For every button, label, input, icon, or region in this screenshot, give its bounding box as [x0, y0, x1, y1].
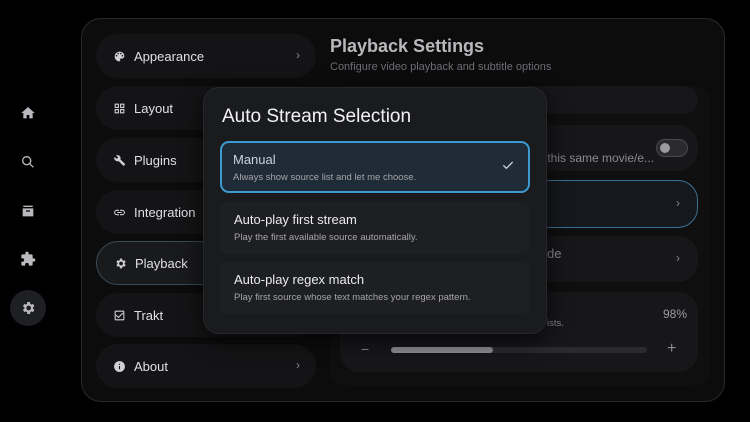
menu-item-appearance[interactable]: Appearance › [96, 34, 316, 78]
grid-icon [112, 101, 126, 115]
option-description: Play the first available source automati… [234, 232, 418, 243]
link-icon [112, 205, 126, 219]
option-title: Auto-play regex match [234, 272, 365, 287]
decrease-button[interactable]: − [361, 341, 369, 357]
option-description: Always show source list and let me choos… [233, 172, 417, 183]
info-icon [112, 359, 126, 373]
option-auto-first[interactable]: Auto-play first stream Play the first av… [220, 202, 530, 254]
dialog-title: Auto Stream Selection [222, 106, 412, 127]
row-label: de [547, 246, 562, 261]
menu-item-label: Integration [134, 204, 196, 220]
nav-search-button[interactable] [10, 144, 46, 180]
chevron-right-icon: › [296, 48, 300, 62]
menu-item-label: Trakt [134, 307, 164, 323]
chevron-right-icon: › [676, 251, 680, 265]
option-title: Auto-play first stream [234, 212, 357, 227]
palette-icon [112, 49, 126, 63]
search-icon [22, 156, 34, 168]
row-description: ists. [547, 318, 564, 329]
toggle-knob [660, 143, 670, 153]
gear-icon [113, 256, 127, 270]
gear-icon [22, 302, 35, 314]
slider-fill [391, 347, 494, 353]
slider-track[interactable] [391, 347, 647, 353]
setting-toggle[interactable] [656, 139, 688, 157]
option-description: Play first source whose text matches you… [234, 292, 471, 303]
nav-plugins-button[interactable] [10, 241, 46, 277]
nav-library-button[interactable] [10, 193, 46, 229]
menu-item-label: Layout [134, 100, 174, 116]
nav-home-button[interactable] [10, 95, 46, 131]
chevron-right-icon: › [676, 196, 680, 210]
nav-rail [0, 0, 56, 422]
chevron-right-icon: › [296, 358, 300, 372]
increase-button[interactable]: + [667, 340, 676, 358]
menu-item-label: Plugins [134, 152, 177, 168]
check-icon [500, 157, 516, 173]
page-subtitle: Configure video playback and subtitle op… [330, 61, 552, 73]
menu-item-about[interactable]: About › [96, 344, 316, 388]
row-description: r this same movie/e... [540, 151, 655, 165]
menu-item-label: Playback [135, 255, 188, 271]
menu-item-label: About [134, 358, 168, 374]
puzzle-icon [21, 251, 36, 266]
slider-value: 98% [663, 307, 688, 321]
home-icon [21, 107, 35, 119]
checkbox-icon [112, 308, 126, 322]
page-title: Playback Settings [330, 36, 485, 56]
wrench-icon [112, 153, 126, 167]
nav-settings-button[interactable] [10, 290, 46, 326]
library-icon [22, 205, 34, 217]
option-auto-regex[interactable]: Auto-play regex match Play first source … [220, 262, 530, 314]
option-manual[interactable]: Manual Always show source list and let m… [220, 141, 530, 193]
menu-item-label: Appearance [134, 48, 205, 64]
option-title: Manual [233, 152, 276, 167]
